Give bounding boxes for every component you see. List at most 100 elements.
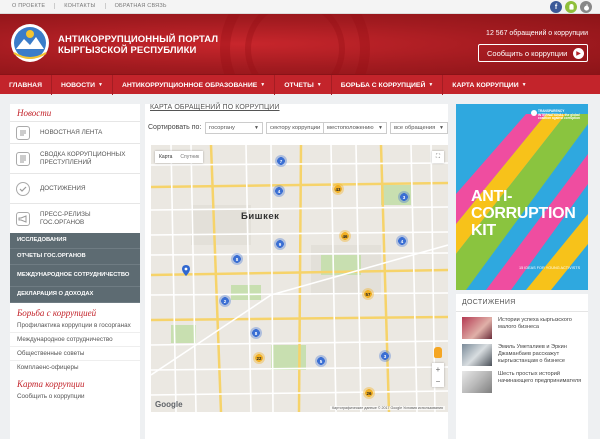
filter-location-select[interactable]: местоположению ▼ (323, 122, 387, 134)
portal-title-line2: КЫРГЫЗСКОЙ РЕСПУБЛИКИ (58, 45, 197, 56)
sidebar-fight-title: Борьба с коррупцией (17, 308, 97, 318)
map-cluster[interactable]: 57 (362, 288, 374, 300)
google-logo: Google (155, 400, 183, 409)
map-cluster[interactable]: 46 (339, 230, 351, 242)
map-cluster[interactable]: 3 (398, 191, 410, 203)
map-cluster[interactable]: 8 (231, 253, 243, 265)
achievement-text: Шесть простых историй начинающего предпр… (498, 371, 582, 384)
achievement-item[interactable]: Шесть простых историй начинающего предпр… (456, 366, 588, 393)
sidebar-item-achievements[interactable]: ДОСТИЖЕНИЯ (10, 173, 140, 203)
achievement-thumbnail (462, 317, 492, 339)
sidebar-item-international[interactable]: МЕЖДУНАРОДНОЕ СОТРУДНИЧЕСТВО (10, 265, 140, 287)
top-bar: О ПРОЕКТЕ КОНТАКТЫ ОБРАТНАЯ СВЯЗЬ f (0, 0, 600, 14)
site-header: АНТИКОРРУПЦИОННЫЙ ПОРТАЛ КЫРГЫЗСКОЙ РЕСП… (0, 14, 600, 74)
nav-item-fight[interactable]: БОРЬБА С КОРРУПЦИЕЙ ▼ (332, 75, 444, 95)
sidebar-item-cooperation[interactable]: Международное сотрудничество (10, 332, 140, 346)
facebook-icon[interactable]: f (550, 1, 562, 13)
nav-item-home[interactable]: ГЛАВНАЯ (0, 75, 52, 95)
map-copyright: Картографические данные © 2017 Google Ус… (330, 406, 445, 410)
map-cluster[interactable]: 43 (332, 183, 344, 195)
map-cluster[interactable]: 22 (253, 352, 265, 364)
map-streets (151, 145, 448, 412)
map-marker-icon[interactable] (182, 265, 190, 276)
sidebar-news-title: Новости (17, 108, 52, 118)
sidebar-item-label: НОВОСТНАЯ ЛЕНТА (40, 128, 103, 136)
map-cluster[interactable]: 3 (379, 350, 391, 362)
map-cluster[interactable]: 5 (315, 355, 327, 367)
nav-item-education[interactable]: АНТИКОРРУПЦИОННОЕ ОБРАЗОВАНИЕ ▼ (113, 75, 276, 95)
achievement-item[interactable]: Эмиль Уметалиев и Эркин Джаманбаев расск… (456, 339, 588, 366)
map-cluster[interactable]: 8 (250, 327, 262, 339)
portal-title[interactable]: АНТИКОРРУПЦИОННЫЙ ПОРТАЛ КЫРГЫЗСКОЙ РЕСП… (58, 34, 218, 56)
link-contacts[interactable]: КОНТАКТЫ (55, 3, 106, 9)
sidebar-item-press-releases[interactable]: ПРЕСС-РЕЛИЗЫ ГОС.ОРГАНОВ (10, 203, 140, 233)
sidebar-item-report-corruption[interactable]: Сообщить о коррупции (10, 392, 140, 403)
filter-agency-select[interactable]: госоргану ▼ (205, 122, 263, 134)
chevron-down-icon: ▼ (254, 125, 259, 131)
sidebar-item-gov-reports[interactable]: ОТЧЕТЫ ГОС.ОРГАНОВ (10, 249, 140, 265)
achievement-item[interactable]: Истории успеха кыргызского малого бизнес… (456, 312, 588, 339)
sidebar-item-prevention[interactable]: Профилактика коррупции в госорганах (10, 321, 140, 332)
chevron-down-icon: ▼ (428, 82, 434, 88)
sidebar-item-newsfeed[interactable]: НОВОСТНАЯ ЛЕНТА (10, 121, 140, 143)
chevron-down-icon: ▼ (378, 125, 383, 131)
sidebar-item-research[interactable]: ИССЛЕДОВАНИЯ (10, 233, 140, 249)
map-cluster[interactable]: 9 (274, 238, 286, 250)
top-links: О ПРОЕКТЕ КОНТАКТЫ ОБРАТНАЯ СВЯЗЬ (12, 3, 176, 9)
android-icon[interactable] (565, 1, 577, 13)
link-feedback[interactable]: ОБРАТНАЯ СВЯЗЬ (106, 3, 176, 9)
map-cluster[interactable]: 26 (363, 387, 375, 399)
tab-map[interactable]: Карта (155, 151, 176, 163)
tab-satellite[interactable]: Спутник (176, 151, 203, 163)
nav-item-label: БОРЬБА С КОРРУПЦИЕЙ (340, 81, 426, 89)
achievements-title: ДОСТИЖЕНИЯ (456, 294, 588, 312)
link-about[interactable]: О ПРОЕКТЕ (12, 3, 56, 9)
nav-item-label: ГЛАВНАЯ (9, 81, 42, 89)
report-corruption-button[interactable]: Сообщить о коррупции ▶ (478, 44, 588, 62)
sidebar-item-public-councils[interactable]: Общественные советы (10, 346, 140, 360)
zoom-out-button[interactable]: − (432, 375, 444, 387)
zoom-in-button[interactable]: + (432, 363, 444, 375)
achievements-widget: ДОСТИЖЕНИЯ Истории успеха кыргызского ма… (456, 294, 588, 439)
select-value: местоположению (327, 125, 374, 131)
map-cluster[interactable]: 4 (396, 235, 408, 247)
chevron-down-icon: ▼ (521, 82, 527, 88)
nav-item-label: АНТИКОРРУПЦИОННОЕ ОБРАЗОВАНИЕ (121, 81, 258, 89)
nav-item-label: КАРТА КОРРУПЦИИ (452, 81, 519, 89)
banner-subtitle: 15 IDEAS FOR YOUNG ACTIVISTS (519, 266, 581, 270)
reports-count: 12 567 обращений о коррупции (486, 30, 588, 37)
emblem-logo[interactable] (10, 23, 50, 63)
sidebar: Новости НОВОСТНАЯ ЛЕНТА СВОДКА КОРРУПЦИО… (10, 104, 140, 439)
anti-corruption-kit-banner[interactable]: TRANSPARENCY INTERNATIONAL the global co… (456, 104, 588, 290)
sidebar-item-crime-summary[interactable]: СВОДКА КОРРУПЦИОННЫХ ПРЕСТУПЛЕНИЙ (10, 143, 140, 173)
map-cluster[interactable]: 4 (273, 185, 285, 197)
nav-item-news[interactable]: НОВОСТИ ▼ (52, 75, 113, 95)
nav-item-label: ОТЧЕТЫ (284, 81, 314, 89)
corruption-map[interactable]: Карта Спутник ⛶ Бишкек 7 43 3 4 9 46 4 8… (151, 145, 448, 412)
main-nav: ГЛАВНАЯ НОВОСТИ ▼ АНТИКОРРУПЦИОННОЕ ОБРАЗ… (0, 74, 600, 95)
nav-item-reports[interactable]: ОТЧЕТЫ ▼ (275, 75, 332, 95)
nav-item-map[interactable]: КАРТА КОРРУПЦИИ ▼ (443, 75, 535, 95)
sidebar-item-compliance[interactable]: Комплаенс-офицеры (10, 360, 140, 374)
filter-status-select[interactable]: все обращения ▼ (390, 122, 448, 134)
megaphone-icon (16, 211, 30, 226)
banner-org: TRANSPARENCY INTERNATIONAL the global co… (538, 109, 580, 121)
fullscreen-icon[interactable]: ⛶ (432, 151, 444, 163)
map-type-toggle: Карта Спутник (155, 151, 204, 163)
banner-line1: ANTI- (471, 188, 513, 205)
map-cluster[interactable]: 2 (219, 295, 231, 307)
zoom-controls: + − (432, 363, 444, 387)
achievement-thumbnail (462, 371, 492, 393)
select-value: все обращения (394, 125, 436, 131)
map-cluster[interactable]: 7 (275, 155, 287, 167)
chevron-down-icon: ▼ (439, 125, 444, 131)
header-ornament-inner (245, 14, 345, 74)
social-icons: f (550, 1, 592, 13)
nav-item-label: НОВОСТИ (60, 81, 95, 89)
street-view-pegman-icon[interactable] (434, 347, 442, 358)
select-value: сектору коррупции (270, 125, 321, 131)
sidebar-item-income-declaration[interactable]: ДЕКЛАРАЦИЯ О ДОХОДАХ (10, 287, 140, 303)
sidebar-item-label: СВОДКА КОРРУПЦИОННЫХ ПРЕСТУПЛЕНИЙ (40, 150, 126, 166)
apple-icon[interactable] (580, 1, 592, 13)
banner-line2: CORRUPTION (471, 205, 576, 222)
